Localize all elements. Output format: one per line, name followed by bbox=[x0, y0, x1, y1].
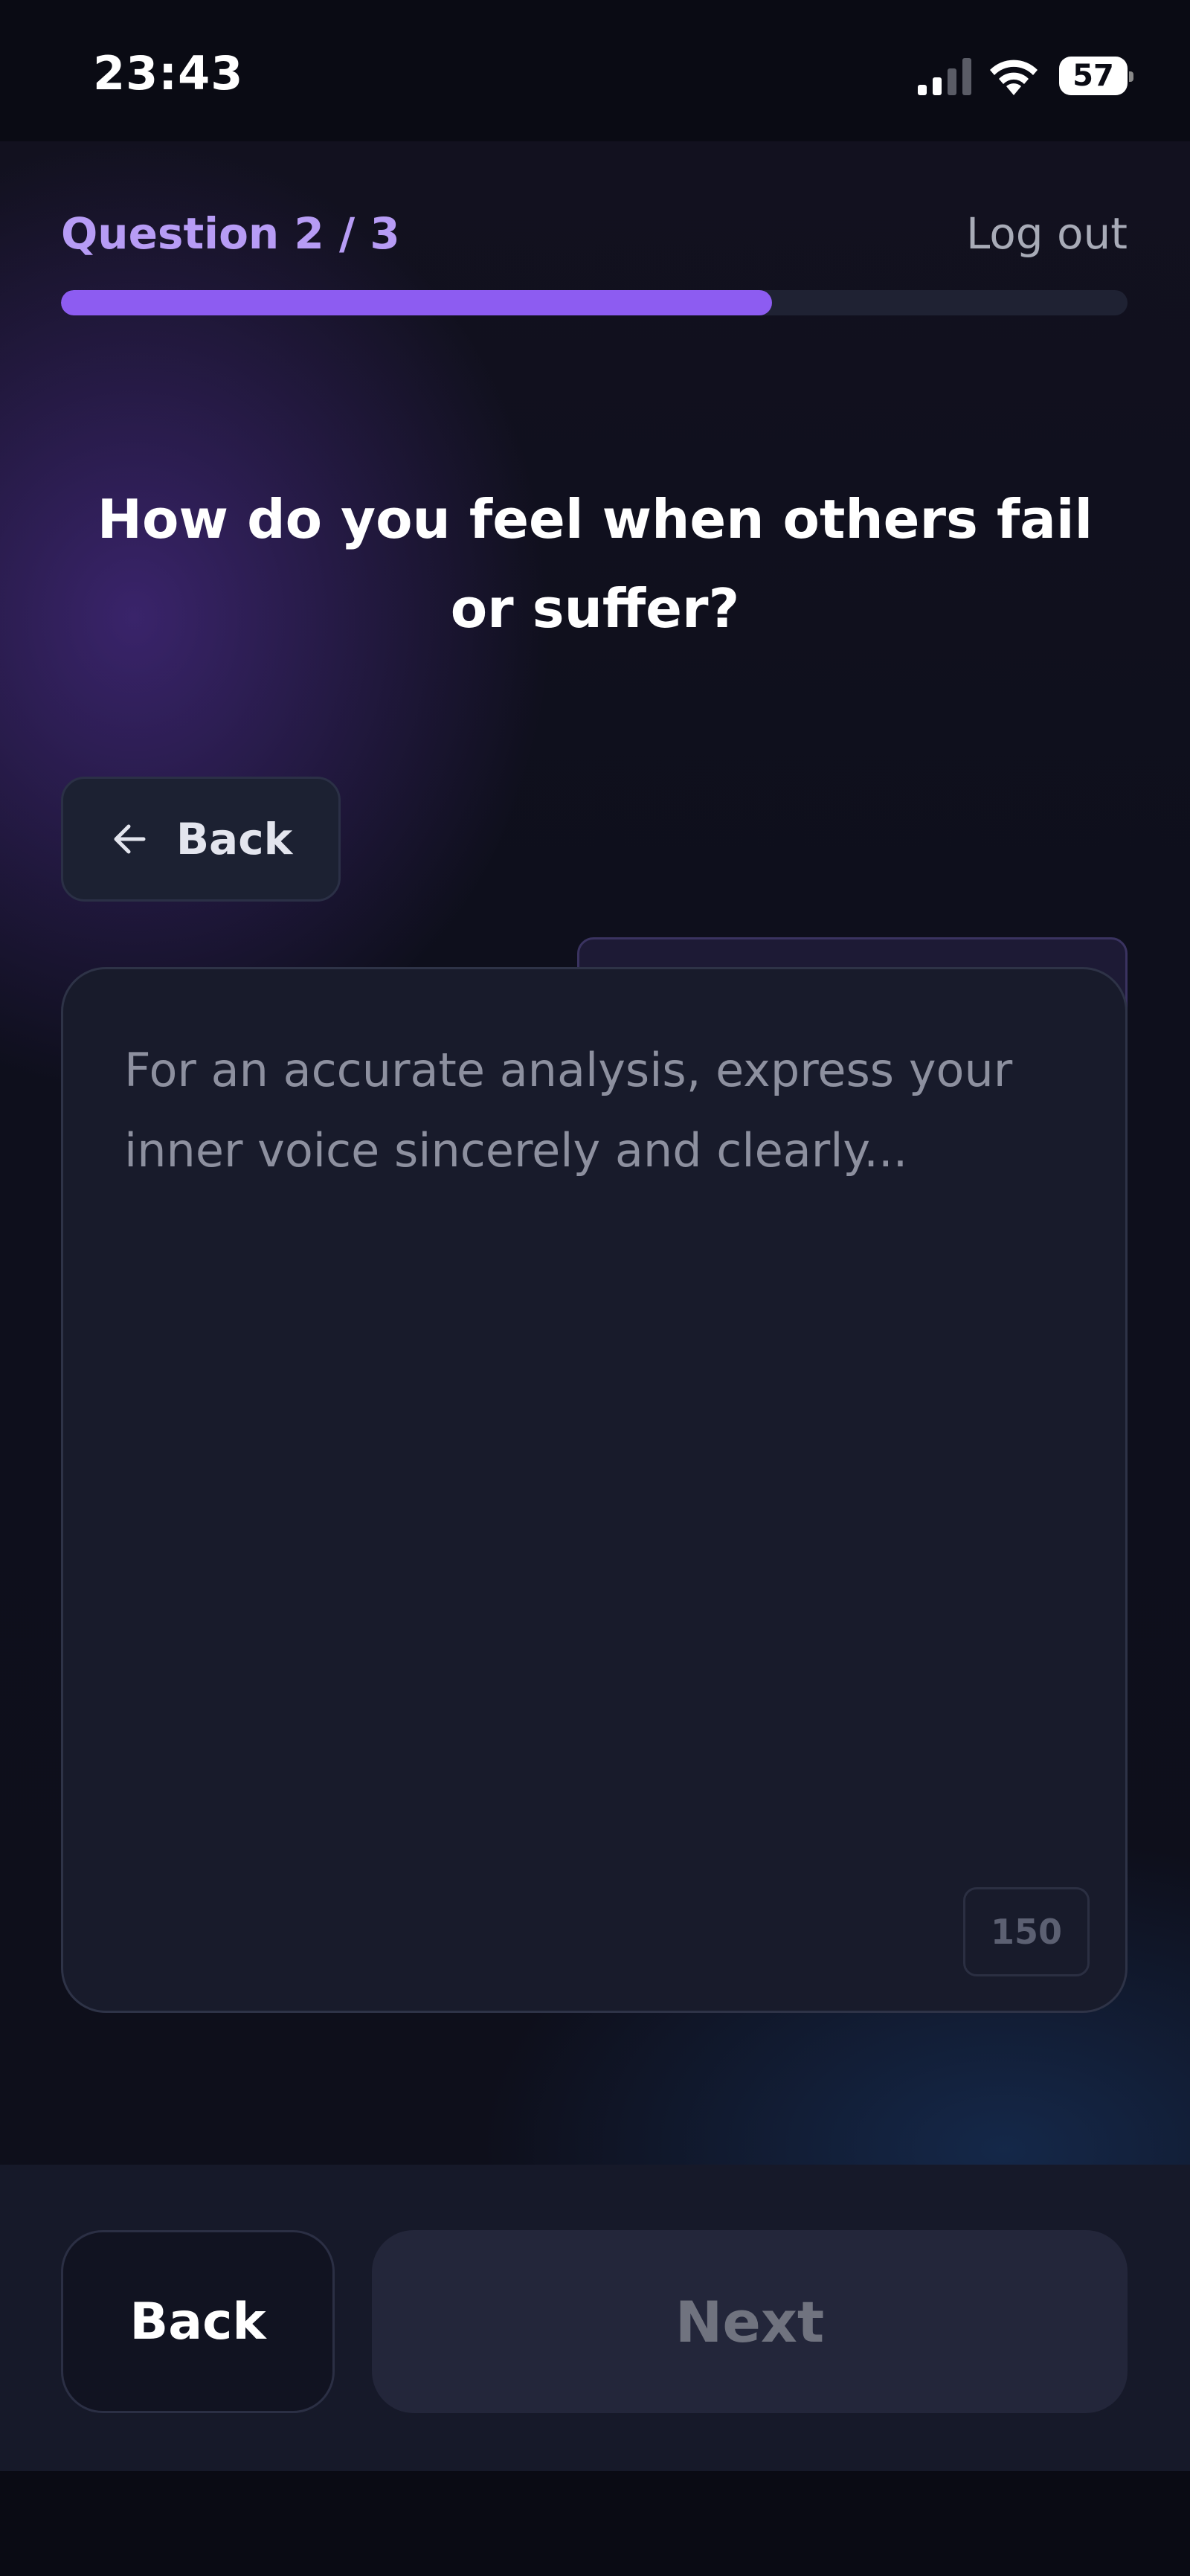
logout-link[interactable]: Log out bbox=[966, 208, 1128, 259]
answer-box: 150 bbox=[61, 967, 1128, 2013]
progress-bar bbox=[61, 290, 1128, 315]
progress-fill bbox=[61, 290, 773, 315]
status-bar: 23:43 57 bbox=[0, 0, 1190, 141]
battery-icon: 57 bbox=[1059, 57, 1133, 95]
question-counter: Question 2 / 3 bbox=[61, 208, 400, 259]
back-chip-button[interactable]: Back bbox=[61, 777, 341, 902]
back-chip-label: Back bbox=[176, 814, 293, 864]
question-title: How do you feel when others fail or suff… bbox=[97, 488, 1093, 640]
wifi-icon bbox=[990, 60, 1038, 95]
next-button[interactable]: Next bbox=[372, 2230, 1128, 2413]
char-counter: 150 bbox=[963, 1887, 1090, 1976]
status-time: 23:43 bbox=[93, 46, 244, 100]
quiz-main: Question 2 / 3 Log out How do you feel w… bbox=[0, 141, 1190, 2165]
home-indicator-area bbox=[0, 2471, 1190, 2576]
battery-level: 57 bbox=[1072, 59, 1114, 93]
footer-back-button[interactable]: Back bbox=[61, 2230, 335, 2413]
footer-bar: Back Next bbox=[0, 2165, 1190, 2471]
arrow-left-icon bbox=[114, 824, 146, 854]
answer-textarea[interactable] bbox=[123, 1029, 1063, 1850]
battery-tip bbox=[1129, 71, 1133, 82]
signal-icon bbox=[918, 58, 971, 95]
